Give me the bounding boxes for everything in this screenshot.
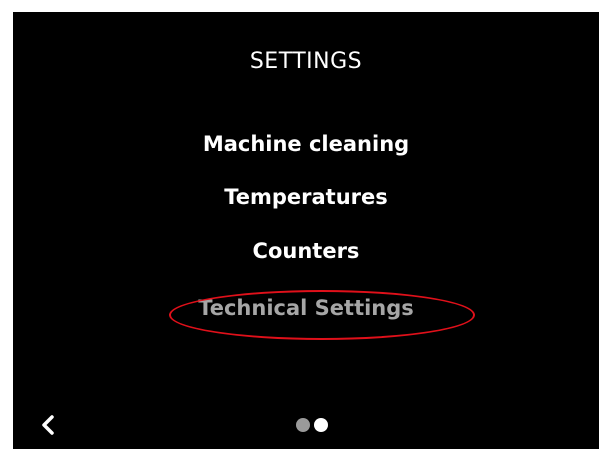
- menu-item-temperatures[interactable]: Temperatures: [13, 185, 599, 209]
- page-indicator: [296, 418, 328, 432]
- page-dot-2[interactable]: [314, 418, 328, 432]
- back-button[interactable]: [35, 412, 61, 438]
- menu-item-technical-settings[interactable]: Technical Settings: [13, 296, 599, 320]
- settings-screen: SETTINGS Machine cleaning Temperatures C…: [13, 12, 599, 449]
- page-dot-1[interactable]: [296, 418, 310, 432]
- page-title: SETTINGS: [249, 49, 363, 74]
- menu-item-machine-cleaning[interactable]: Machine cleaning: [13, 132, 599, 156]
- chevron-left-icon: [42, 415, 54, 435]
- menu-item-counters[interactable]: Counters: [13, 239, 599, 263]
